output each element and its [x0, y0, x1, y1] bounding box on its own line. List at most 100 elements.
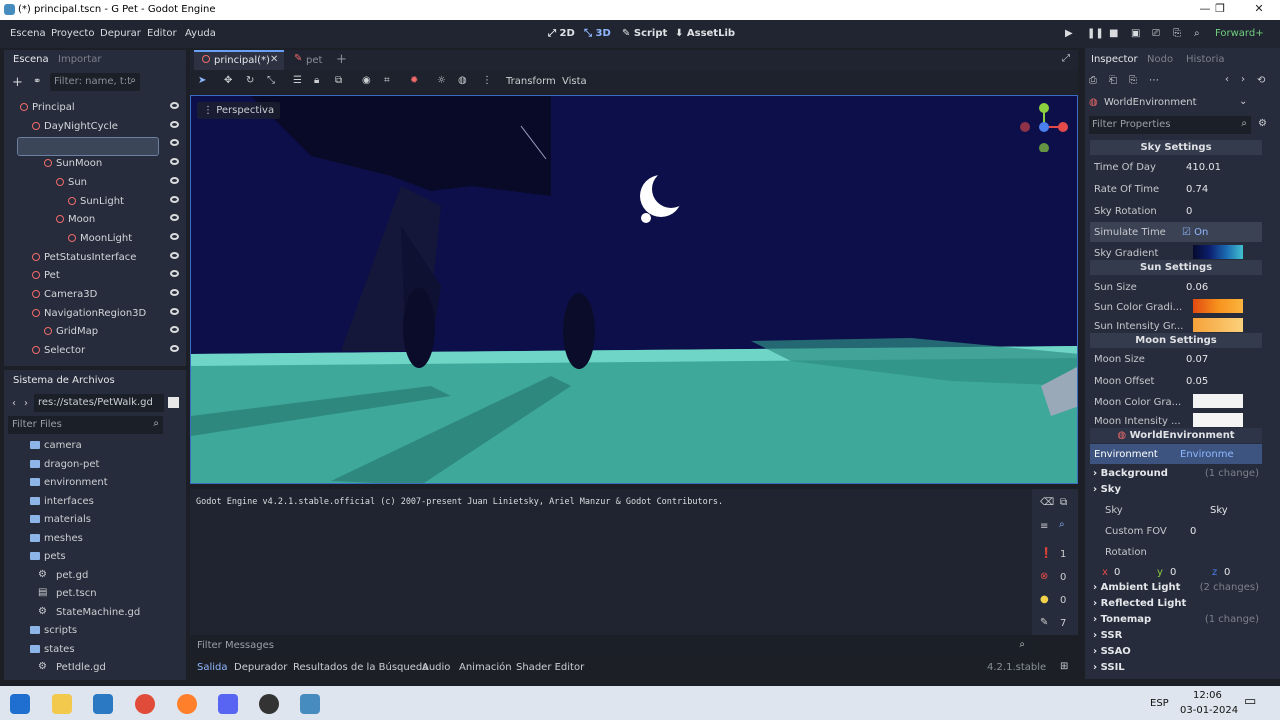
scale-tool-icon[interactable]: ⤡	[267, 75, 275, 86]
simulate-time-row[interactable]: Simulate Time ☑ On	[1090, 222, 1262, 242]
chrome-icon[interactable]	[135, 694, 155, 714]
tree-node[interactable]: Sun	[6, 173, 189, 192]
tab-importar[interactable]: Importar	[58, 54, 101, 65]
clock-date[interactable]: 03-01-2024	[1180, 705, 1238, 716]
moon-settings-header[interactable]: Moon Settings	[1090, 333, 1262, 348]
sun-intensity-swatch[interactable]	[1193, 318, 1243, 332]
firefox-icon[interactable]	[177, 694, 197, 714]
file-list-item[interactable]: states	[8, 640, 183, 658]
layout-icon[interactable]: ⊞	[1060, 661, 1068, 672]
message-icon[interactable]: ❗	[1040, 548, 1052, 559]
file-list-item[interactable]: dragon-pet	[8, 455, 183, 473]
info-icon[interactable]: ✎	[1040, 617, 1048, 628]
extra-icon[interactable]: ⋯	[1149, 75, 1159, 86]
tree-node[interactable]: Selector	[6, 341, 189, 360]
more-icon[interactable]: ⋮	[482, 75, 492, 86]
clear-icon[interactable]: ⌫	[1040, 497, 1054, 508]
inspected-node-select[interactable]: ◍ WorldEnvironment ⌄	[1089, 95, 1249, 111]
visibility-eye-icon[interactable]	[170, 102, 179, 109]
tree-node[interactable]: PetStatusInterface	[6, 248, 189, 267]
rate-of-time-row[interactable]: Rate Of Time 0.74	[1090, 179, 1262, 199]
file-explorer-icon[interactable]	[52, 694, 72, 714]
group-icon[interactable]: ⧉	[335, 75, 342, 86]
file-list-item[interactable]: ⚙ pet.gd	[8, 566, 183, 584]
filter-icon[interactable]: ≡	[1040, 521, 1048, 532]
filter-messages-input[interactable]: Filter Messages ⌕	[190, 636, 1035, 656]
movie-maker-icon[interactable]: ⌕	[1194, 28, 1200, 39]
tab-shader-editor[interactable]: Shader Editor	[516, 662, 584, 673]
visibility-eye-icon[interactable]	[170, 251, 179, 259]
fullscreen-icon[interactable]: ⤢	[1062, 53, 1070, 64]
save-icon[interactable]: ⎘	[1129, 75, 1137, 86]
menu-editor[interactable]: Editor	[147, 28, 177, 39]
property-group[interactable]: › SSIL	[1093, 660, 1259, 676]
sky-rotation-row[interactable]: Sky Rotation 0	[1090, 201, 1262, 221]
maximize-button[interactable]: ❐	[1205, 2, 1235, 18]
moon-size-row[interactable]: Moon Size 0.07	[1090, 349, 1262, 369]
menu-proyecto[interactable]: Proyecto	[51, 28, 94, 39]
time-of-day-row[interactable]: Time Of Day 410.01	[1090, 157, 1262, 177]
tree-node[interactable]: GridMap	[6, 322, 189, 341]
sky-settings-header[interactable]: Sky Settings	[1090, 140, 1262, 155]
visibility-eye-icon[interactable]	[170, 270, 179, 278]
file-list-item[interactable]: environment	[8, 473, 183, 491]
world-environment-header[interactable]: ◍ WorldEnvironment	[1090, 428, 1262, 443]
tab-resultados[interactable]: Resultados de la Búsqueda	[293, 662, 428, 673]
tree-node[interactable]: Moon	[6, 210, 189, 229]
scene-filter-input[interactable]: Filter: name, t:t ⌕	[50, 73, 140, 91]
link-icon[interactable]: ⚭	[33, 76, 41, 87]
tab-principal[interactable]: principal(*) ✕	[194, 50, 284, 70]
environment-row[interactable]: Environment Environme	[1090, 444, 1262, 464]
lock-icon[interactable]: 🔒︎	[314, 75, 319, 86]
tab-animacion[interactable]: Animación	[459, 662, 512, 673]
filter-files-input[interactable]: Filter Files ⌕	[8, 416, 163, 434]
property-group[interactable]: › SSR	[1093, 628, 1259, 644]
sun-preview-icon[interactable]: ✹	[410, 75, 418, 86]
tree-node[interactable]: Camera3D	[6, 285, 189, 304]
visibility-eye-icon[interactable]	[170, 176, 179, 184]
history-icon[interactable]: ⟲	[1257, 75, 1265, 86]
file-list-item[interactable]: ▤ pet.tscn	[8, 584, 183, 602]
mode-script-button[interactable]: ✎ Script	[622, 28, 667, 39]
file-list-item[interactable]: materials	[8, 510, 183, 528]
play-scene-icon[interactable]: ⎚	[1152, 28, 1160, 39]
tab-nodo[interactable]: Nodo	[1147, 54, 1173, 65]
rotate-tool-icon[interactable]: ↻	[246, 75, 254, 86]
open-icon[interactable]: ⎗	[1109, 75, 1117, 86]
property-group[interactable]: › Tonemap (1 change)	[1093, 612, 1259, 628]
copy-icon[interactable]: ⧉	[1060, 497, 1067, 508]
menu-depurar[interactable]: Depurar	[100, 28, 141, 39]
snap-icon[interactable]: ⌗	[384, 75, 390, 86]
tab-escena[interactable]: Escena	[13, 54, 49, 65]
visibility-eye-icon[interactable]	[170, 120, 179, 128]
property-group[interactable]: › Ambient Light (2 changes)	[1093, 580, 1259, 596]
godot-taskbar-icon[interactable]	[300, 694, 320, 714]
vscode-icon[interactable]	[93, 694, 113, 714]
tree-node[interactable]: SunMoon	[6, 154, 189, 173]
play-icon[interactable]: ▶	[1065, 28, 1073, 39]
simulate-time-checkbox[interactable]: ☑ On	[1182, 227, 1208, 238]
history-forward-icon[interactable]: ›	[1241, 74, 1245, 85]
add-tab-icon[interactable]: +	[336, 52, 347, 67]
stop-icon[interactable]: ■	[1109, 28, 1118, 39]
sun-size-row[interactable]: Sun Size 0.06	[1090, 277, 1262, 297]
forward-icon[interactable]: ›	[24, 398, 28, 409]
custom-fov-row[interactable]: Custom FOV 0	[1090, 521, 1262, 541]
rotation-fields[interactable]: x0 y0 z0	[1090, 562, 1262, 582]
add-node-icon[interactable]: +	[12, 75, 23, 90]
clock-time[interactable]: 12:06	[1193, 690, 1222, 701]
select-tool-icon[interactable]: ➤	[198, 75, 206, 86]
windows-start-icon[interactable]	[10, 694, 30, 714]
file-list-item[interactable]: meshes	[8, 529, 183, 547]
tree-node[interactable]: NavigationRegion3D	[6, 304, 189, 323]
file-list-item[interactable]: camera	[8, 436, 183, 454]
moon-intensity-swatch[interactable]	[1193, 413, 1243, 427]
property-group[interactable]: › Sky	[1093, 482, 1259, 498]
menu-ayuda[interactable]: Ayuda	[185, 28, 216, 39]
vista-menu[interactable]: Vista	[562, 76, 587, 87]
renderer-select[interactable]: Forward+	[1215, 28, 1264, 39]
property-group[interactable]: › Reflected Light	[1093, 596, 1259, 612]
mode-3d-button[interactable]: ⤡ 3D	[584, 28, 611, 39]
perspective-menu[interactable]: ⋮ Perspectiva	[197, 102, 281, 119]
notification-icon[interactable]: ▭	[1244, 694, 1256, 709]
